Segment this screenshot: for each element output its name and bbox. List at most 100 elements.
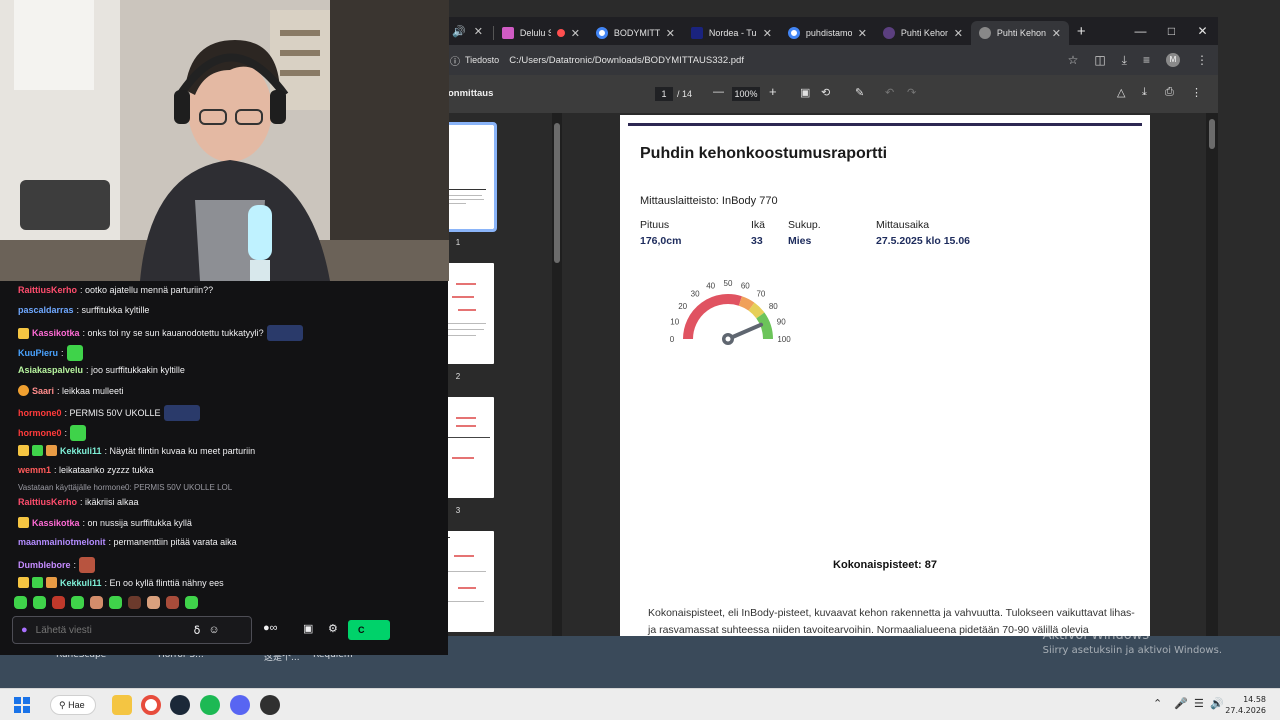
gift-icon[interactable]: ▣: [303, 622, 313, 635]
chat-message-input[interactable]: [35, 624, 186, 636]
chat-badge-icon[interactable]: [32, 577, 43, 588]
chat-username[interactable]: RaittiusKerho: [18, 285, 77, 295]
microphone-tray-icon[interactable]: 🎤: [1174, 697, 1188, 710]
emote-icon[interactable]: [147, 596, 160, 609]
chat-badge-icon[interactable]: [32, 445, 43, 456]
tab-puhdistamo[interactable]: puhdistamo - ✕: [780, 21, 875, 45]
emote-icon[interactable]: [52, 596, 65, 609]
translate-icon[interactable]: ẟ: [194, 624, 201, 637]
windows-start-icon[interactable]: [12, 695, 32, 715]
menu-icon[interactable]: ⋮: [1196, 53, 1208, 67]
chat-badge-icon[interactable]: [18, 327, 29, 339]
chat-input-box[interactable]: ● ẟ ☺: [12, 616, 252, 644]
tab-delulu[interactable]: Delulu Str ✕: [494, 21, 588, 45]
bookmark-star-icon[interactable]: ☆: [1068, 53, 1079, 67]
close-icon[interactable]: ✕: [954, 27, 963, 40]
page-scrollbar[interactable]: [1206, 113, 1218, 636]
chat-username[interactable]: pascaldarras: [18, 305, 74, 315]
maximize-button[interactable]: □: [1156, 17, 1187, 45]
ai-icon[interactable]: △: [1117, 86, 1125, 99]
annotate-icon[interactable]: ✎: [855, 86, 864, 99]
profile-avatar[interactable]: M: [1166, 53, 1180, 67]
chrome-icon[interactable]: [141, 695, 161, 715]
url-field[interactable]: C:/Users/Datatronic/Downloads/BODYMITTAU…: [509, 55, 1067, 66]
chat-username[interactable]: hormone0: [18, 408, 62, 418]
settings-gear-icon[interactable]: ⚙: [328, 622, 338, 635]
emote-icon[interactable]: [71, 596, 84, 609]
chat-badge-icon[interactable]: [46, 445, 57, 456]
steam-icon[interactable]: [170, 695, 190, 715]
emote-icon[interactable]: [185, 596, 198, 609]
thumbnail-page-1[interactable]: [448, 122, 497, 232]
rotate-icon[interactable]: ⟲: [821, 86, 830, 99]
chat-username[interactable]: wemm1: [18, 465, 51, 475]
tray-chevron-icon[interactable]: ⌃: [1153, 697, 1162, 710]
emote-icon[interactable]: [109, 596, 122, 609]
chat-badge-icon[interactable]: [18, 445, 29, 456]
tab-nordea[interactable]: Nordea - Tun ✕: [683, 21, 780, 45]
emote-icon[interactable]: [14, 596, 27, 609]
zoom-in-icon[interactable]: +: [769, 84, 777, 99]
print-icon[interactable]: ⎙: [1165, 86, 1174, 99]
tab-puhti-active[interactable]: Puhti Kehonk ✕: [970, 21, 1069, 45]
download-pdf-icon[interactable]: ⤓: [1142, 86, 1147, 99]
discord-icon[interactable]: [230, 695, 250, 715]
chat-badge-icon[interactable]: [18, 385, 29, 396]
volume-icon[interactable]: 🔊: [1210, 697, 1224, 710]
media-icon[interactable]: ≡: [1143, 53, 1150, 67]
emote-icon[interactable]: [90, 596, 103, 609]
extensions-icon[interactable]: ◫: [1094, 53, 1105, 67]
thumbnail-page-3[interactable]: [448, 397, 494, 498]
chat-send-button[interactable]: C: [348, 620, 390, 640]
chat-username[interactable]: Kekkuli11: [60, 446, 102, 456]
channel-points-icon[interactable]: ●∞: [263, 622, 278, 634]
emote-icon[interactable]: [128, 596, 141, 609]
fit-page-icon[interactable]: ▣: [800, 86, 810, 99]
close-icon[interactable]: ✕: [1052, 27, 1061, 40]
close-icon[interactable]: ✕: [474, 25, 483, 38]
chat-username[interactable]: hormone0: [18, 428, 62, 438]
file-explorer-icon[interactable]: [112, 695, 132, 715]
tab-bodymittaus[interactable]: BODYMITTAU ✕: [588, 21, 683, 45]
zoom-input[interactable]: 100%: [732, 87, 760, 101]
undo-icon[interactable]: ↶: [885, 86, 894, 99]
chat-username[interactable]: Kassikotka: [32, 518, 80, 528]
chat-username[interactable]: KuuPieru: [18, 348, 58, 358]
chat-username[interactable]: RaittiusKerho: [18, 497, 77, 507]
site-info-chip[interactable]: ⓘ Tiedosto: [450, 53, 499, 68]
chat-username[interactable]: Kassikotka: [32, 328, 80, 338]
spotify-icon[interactable]: [200, 695, 220, 715]
emote-icon[interactable]: [166, 596, 179, 609]
scrollbar-thumb[interactable]: [554, 123, 560, 263]
page-number-input[interactable]: 1: [655, 87, 673, 101]
wifi-icon[interactable]: ☰: [1194, 697, 1204, 710]
more-options-icon[interactable]: ⋮: [1191, 86, 1202, 99]
new-tab-button[interactable]: +: [1077, 23, 1086, 40]
chat-badge-icon[interactable]: [46, 577, 57, 588]
chat-username[interactable]: maanmainiotmelonit: [18, 537, 106, 547]
scrollbar-thumb[interactable]: [1209, 119, 1215, 149]
close-icon[interactable]: ✕: [763, 27, 772, 40]
thumbnail-page-2[interactable]: [448, 263, 494, 364]
tab-puhti-1[interactable]: Puhti Kehonk ✕: [875, 21, 971, 45]
close-icon[interactable]: ✕: [571, 27, 580, 40]
thumbnail-scrollbar[interactable]: [552, 113, 562, 636]
download-icon[interactable]: ⤓: [1122, 53, 1127, 68]
chat-username[interactable]: Dumblebore: [18, 560, 71, 570]
emote-icon[interactable]: [33, 596, 46, 609]
chat-username[interactable]: Asiakaspalvelu: [18, 365, 83, 375]
close-icon[interactable]: ✕: [666, 27, 675, 40]
audio-icon[interactable]: 🔊: [452, 25, 466, 38]
chat-username[interactable]: Saari: [32, 386, 54, 396]
system-clock[interactable]: 14.58 27.4.2026: [1225, 694, 1266, 716]
obs-icon[interactable]: [260, 695, 280, 715]
taskbar-search-button[interactable]: ⚲ Hae: [50, 695, 96, 715]
close-icon[interactable]: ✕: [858, 27, 867, 40]
chat-badge-icon[interactable]: [18, 517, 29, 528]
microphone-icon[interactable]: ●: [21, 624, 28, 636]
minimize-button[interactable]: —: [1125, 17, 1156, 45]
zoom-out-icon[interactable]: —: [713, 86, 724, 98]
redo-icon[interactable]: ↷: [907, 86, 916, 99]
chat-badge-icon[interactable]: [18, 577, 29, 588]
close-window-button[interactable]: ✕: [1187, 17, 1218, 45]
